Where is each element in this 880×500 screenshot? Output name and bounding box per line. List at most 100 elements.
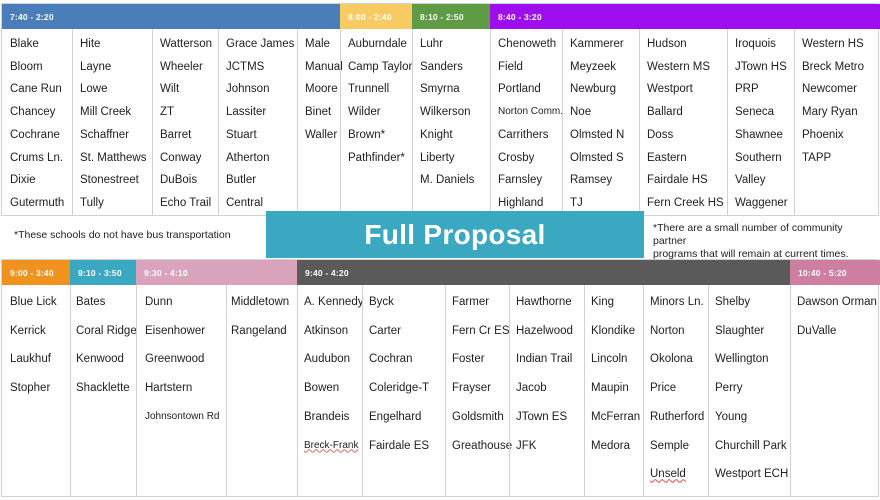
school-name: Field: [498, 60, 523, 73]
school-name: Coleridge-T: [369, 382, 430, 395]
school-name: Echo Trail: [160, 196, 212, 209]
school-name: Breck-Frank: [304, 439, 359, 451]
column-divider: [412, 29, 413, 216]
school-name: Rangeland: [231, 324, 287, 337]
school-name: Okolona: [650, 353, 693, 366]
school-name: Hazelwood: [516, 324, 573, 337]
school-name: ZT: [160, 106, 175, 119]
slide-canvas: 7:40 - 2:20 8:00 - 2:40 8:10 - 2:50 8:40 - …: [0, 0, 880, 500]
school-name: Medora: [591, 439, 630, 452]
school-name: Luhr: [420, 38, 444, 50]
school-name: Moore: [305, 83, 338, 96]
school-name: St. Matthews: [80, 151, 147, 164]
school-name: Klondike: [591, 324, 636, 337]
school-name: Greathouse: [452, 439, 513, 452]
school-name: JTown ES: [516, 410, 568, 423]
school-name: Olmsted S: [570, 151, 624, 164]
school-name: Wilder: [348, 106, 381, 119]
school-name: Smyrna: [420, 83, 460, 96]
school-name: Farmer: [452, 296, 490, 308]
school-name: Iroquois: [735, 38, 776, 50]
school-name: Chancey: [10, 106, 56, 119]
time-group-label: 8:00 - 2:40: [348, 11, 392, 22]
time-group-header: 10:40 - 5:20: [790, 260, 880, 285]
school-name: Johnson: [226, 83, 270, 96]
school-name: Wheeler: [160, 60, 203, 73]
school-name: Foster: [452, 353, 485, 366]
column-divider: [562, 29, 563, 216]
bottom-table-header-row: 9:00 - 3:40 9:10 - 3:50 9:30 - 4:10 9:40 - …: [2, 260, 880, 285]
school-name: Portland: [498, 83, 541, 96]
school-name: Watterson: [160, 38, 212, 50]
school-name: Wilkerson: [420, 106, 471, 119]
school-name: Western HS: [802, 38, 864, 50]
school-name: JCTMS: [226, 60, 265, 73]
school-name: Cane Run: [10, 83, 62, 96]
school-name: A. Kennedy: [304, 296, 364, 308]
school-name: Crums Ln.: [10, 151, 64, 164]
time-group-label: 9:10 - 3:50: [78, 267, 122, 278]
time-group-label: 9:40 - 4:20: [305, 267, 349, 278]
school-name: Brandeis: [304, 410, 350, 423]
column-divider: [136, 285, 137, 497]
time-group-header: 9:30 - 4:10: [136, 260, 297, 285]
school-name: Lassiter: [226, 106, 267, 119]
time-group-label: 8:40 - 3:20: [498, 11, 542, 22]
school-name: Atkinson: [304, 324, 349, 337]
school-name: Doss: [647, 128, 674, 141]
school-name: Fairdale HS: [647, 174, 708, 187]
school-name: Wellington: [715, 353, 769, 366]
school-name: Mill Creek: [80, 106, 132, 119]
column-divider: [340, 29, 341, 216]
bottom-table-body: Blue Lick Kerrick Laukhuf Stopher Bates Coral…: [2, 285, 878, 497]
school-name: Slaughter: [715, 324, 765, 337]
column-divider: [152, 29, 153, 216]
time-group-header: 9:10 - 3:50: [70, 260, 136, 285]
time-group-label: 7:40 - 2:20: [10, 11, 54, 22]
school-name: Knight: [420, 128, 453, 141]
column-divider: [727, 29, 728, 216]
school-name: Middletown: [231, 296, 290, 308]
school-name: Jacob: [516, 382, 547, 395]
school-name: Shacklette: [76, 382, 130, 395]
school-name: Lincoln: [591, 353, 628, 366]
school-name: Cochrane: [10, 128, 60, 141]
school-name: Seneca: [735, 106, 775, 119]
school-name: Western MS: [647, 60, 711, 73]
school-name: Audubon: [304, 353, 351, 366]
school-name: Semple: [650, 439, 689, 452]
school-name: Layne: [80, 60, 112, 73]
school-name: Laukhuf: [10, 353, 51, 366]
school-name: Breck Metro: [802, 60, 864, 73]
school-name: Goldsmith: [452, 410, 504, 423]
school-name: Bates: [76, 296, 106, 308]
school-name: Blue Lick: [10, 296, 57, 308]
school-name: TJ: [570, 196, 583, 209]
school-name: Byck: [369, 296, 394, 308]
school-name: Waller: [305, 128, 338, 141]
time-group-label: 10:40 - 5:20: [798, 267, 847, 278]
school-name: Norton Comm.: [498, 106, 564, 118]
school-name: Maupin: [591, 382, 629, 395]
banner-title: Full Proposal: [364, 218, 546, 250]
school-name: Frayser: [452, 382, 491, 395]
school-name: Sanders: [420, 60, 463, 73]
school-name: Ballard: [647, 106, 683, 119]
school-name: Conway: [160, 151, 202, 164]
school-name: Highland: [498, 196, 544, 209]
school-name: Binet: [305, 106, 332, 119]
school-name: Meyzeek: [570, 60, 617, 73]
school-name: TAPP: [802, 151, 832, 164]
school-name: Newburg: [570, 83, 617, 96]
school-name: Lowe: [80, 83, 108, 96]
school-name: Greenwood: [145, 353, 205, 366]
school-name: Tully: [80, 196, 104, 209]
column-divider: [362, 285, 363, 497]
school-name: Dixie: [10, 174, 36, 187]
time-group-label: 9:30 - 4:10: [144, 267, 188, 278]
column-divider: [445, 285, 446, 497]
school-name: Trunnell: [348, 83, 390, 96]
school-name: Fern Cr ES: [452, 324, 510, 337]
top-table-body: Blake Bloom Cane Run Chancey Cochrane Crums L…: [2, 29, 878, 216]
school-name: Blake: [10, 38, 39, 50]
